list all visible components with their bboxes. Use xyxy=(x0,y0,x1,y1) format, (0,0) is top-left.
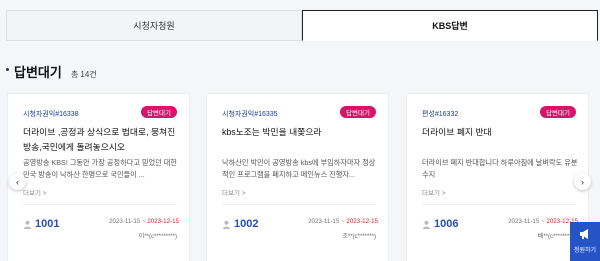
date-end: 2023-12-15 xyxy=(147,218,179,225)
petition-card[interactable]: 시청자권익#16335 답변대기 kbs노조는 박민을 내쫒으라 낙하산인 박민… xyxy=(206,93,389,261)
more-link[interactable]: 더보기 > xyxy=(422,187,446,197)
person-icon xyxy=(23,220,32,229)
more-link[interactable]: 더보기 > xyxy=(222,187,246,197)
card-body: 공영방송 KBS! 그동안 가장 공정하다고 믿었던 대한민국 방송이 낙하산 … xyxy=(23,158,177,179)
petition-card[interactable]: 편성#16332 답변대기 더라이브 폐지 반대 더라이브 폐지 반대합니다 하… xyxy=(406,93,589,261)
person-icon xyxy=(222,220,231,229)
section-title: 답변대기 xyxy=(14,65,62,80)
petition-period: 2023-11-15 ~ 2023-12-15 xyxy=(109,218,179,225)
card-category: 시청자권익#16338 xyxy=(23,111,79,118)
card-title[interactable]: 더라이브 ,공정과 상식으로 법대로, 뭉쳐진방송,국민에게 돌려놓으시오 xyxy=(23,125,178,155)
megaphone-icon xyxy=(580,229,588,239)
petition-write-button[interactable]: 청원하기 xyxy=(570,222,600,261)
date-start: 2023-11-15 xyxy=(308,218,340,225)
tab-viewer-petition[interactable]: 시청자청원 xyxy=(6,10,302,41)
card-body: 더라이브 폐지 반대합니다 하루아침에 날벼락도 유분수지 xyxy=(422,158,578,179)
total-count: 총 14건 xyxy=(70,70,97,79)
tab-bar: 시청자청원 KBS답변 xyxy=(6,10,598,41)
tab-kbs-answer[interactable]: KBS답변 xyxy=(302,10,598,41)
card-category: 시청자권익#16335 xyxy=(222,111,278,118)
author: 이**(c*********) xyxy=(138,234,177,240)
petition-period: 2023-11-15 ~ 2023-12-15 xyxy=(508,218,578,225)
card-title[interactable]: 더라이브 폐지 반대 xyxy=(422,125,577,140)
chevron-right-icon: › xyxy=(581,176,584,187)
date-start: 2023-11-15 xyxy=(508,218,540,225)
vote-count: 1006 xyxy=(422,218,458,230)
vote-count: 1002 xyxy=(222,218,258,230)
date-start: 2023-11-15 xyxy=(109,218,141,225)
vote-number: 1002 xyxy=(234,218,259,230)
petition-card[interactable]: 시청자권익#16338 답변대기 더라이브 ,공정과 상식으로 법대로, 뭉쳐진… xyxy=(7,93,190,261)
card-divider xyxy=(222,204,376,205)
vote-count: 1001 xyxy=(23,218,59,230)
card-category: 편성#16332 xyxy=(422,111,459,118)
vote-number: 1001 xyxy=(35,218,60,230)
card-divider xyxy=(23,204,177,205)
more-link[interactable]: 더보기 > xyxy=(23,187,47,197)
card-title[interactable]: kbs노조는 박민을 내쫒으라 xyxy=(222,125,377,140)
card-body: 낙하산인 박민이 공영방송 kbs에 부임하자마자 정상적인 프로그램을 폐지하… xyxy=(222,158,376,179)
card-divider xyxy=(422,204,576,205)
petition-write-label: 청원하기 xyxy=(573,248,597,254)
person-icon xyxy=(422,220,431,229)
status-badge: 답변대기 xyxy=(540,106,576,118)
date-end: 2023-12-15 xyxy=(346,218,378,225)
petition-period: 2023-11-15 ~ 2023-12-15 xyxy=(308,218,378,225)
chevron-left-icon: ‹ xyxy=(16,176,19,187)
status-badge: 답변대기 xyxy=(340,106,376,118)
vote-number: 1006 xyxy=(434,218,459,230)
carousel-next-button[interactable]: › xyxy=(574,173,591,190)
section-header: 답변대기 총 14건 xyxy=(6,62,97,81)
carousel-prev-button[interactable]: ‹ xyxy=(9,173,26,190)
status-badge: 답변대기 xyxy=(141,106,177,118)
author: 조**(c*******) xyxy=(342,234,376,240)
bullet-dot-icon xyxy=(6,68,9,71)
